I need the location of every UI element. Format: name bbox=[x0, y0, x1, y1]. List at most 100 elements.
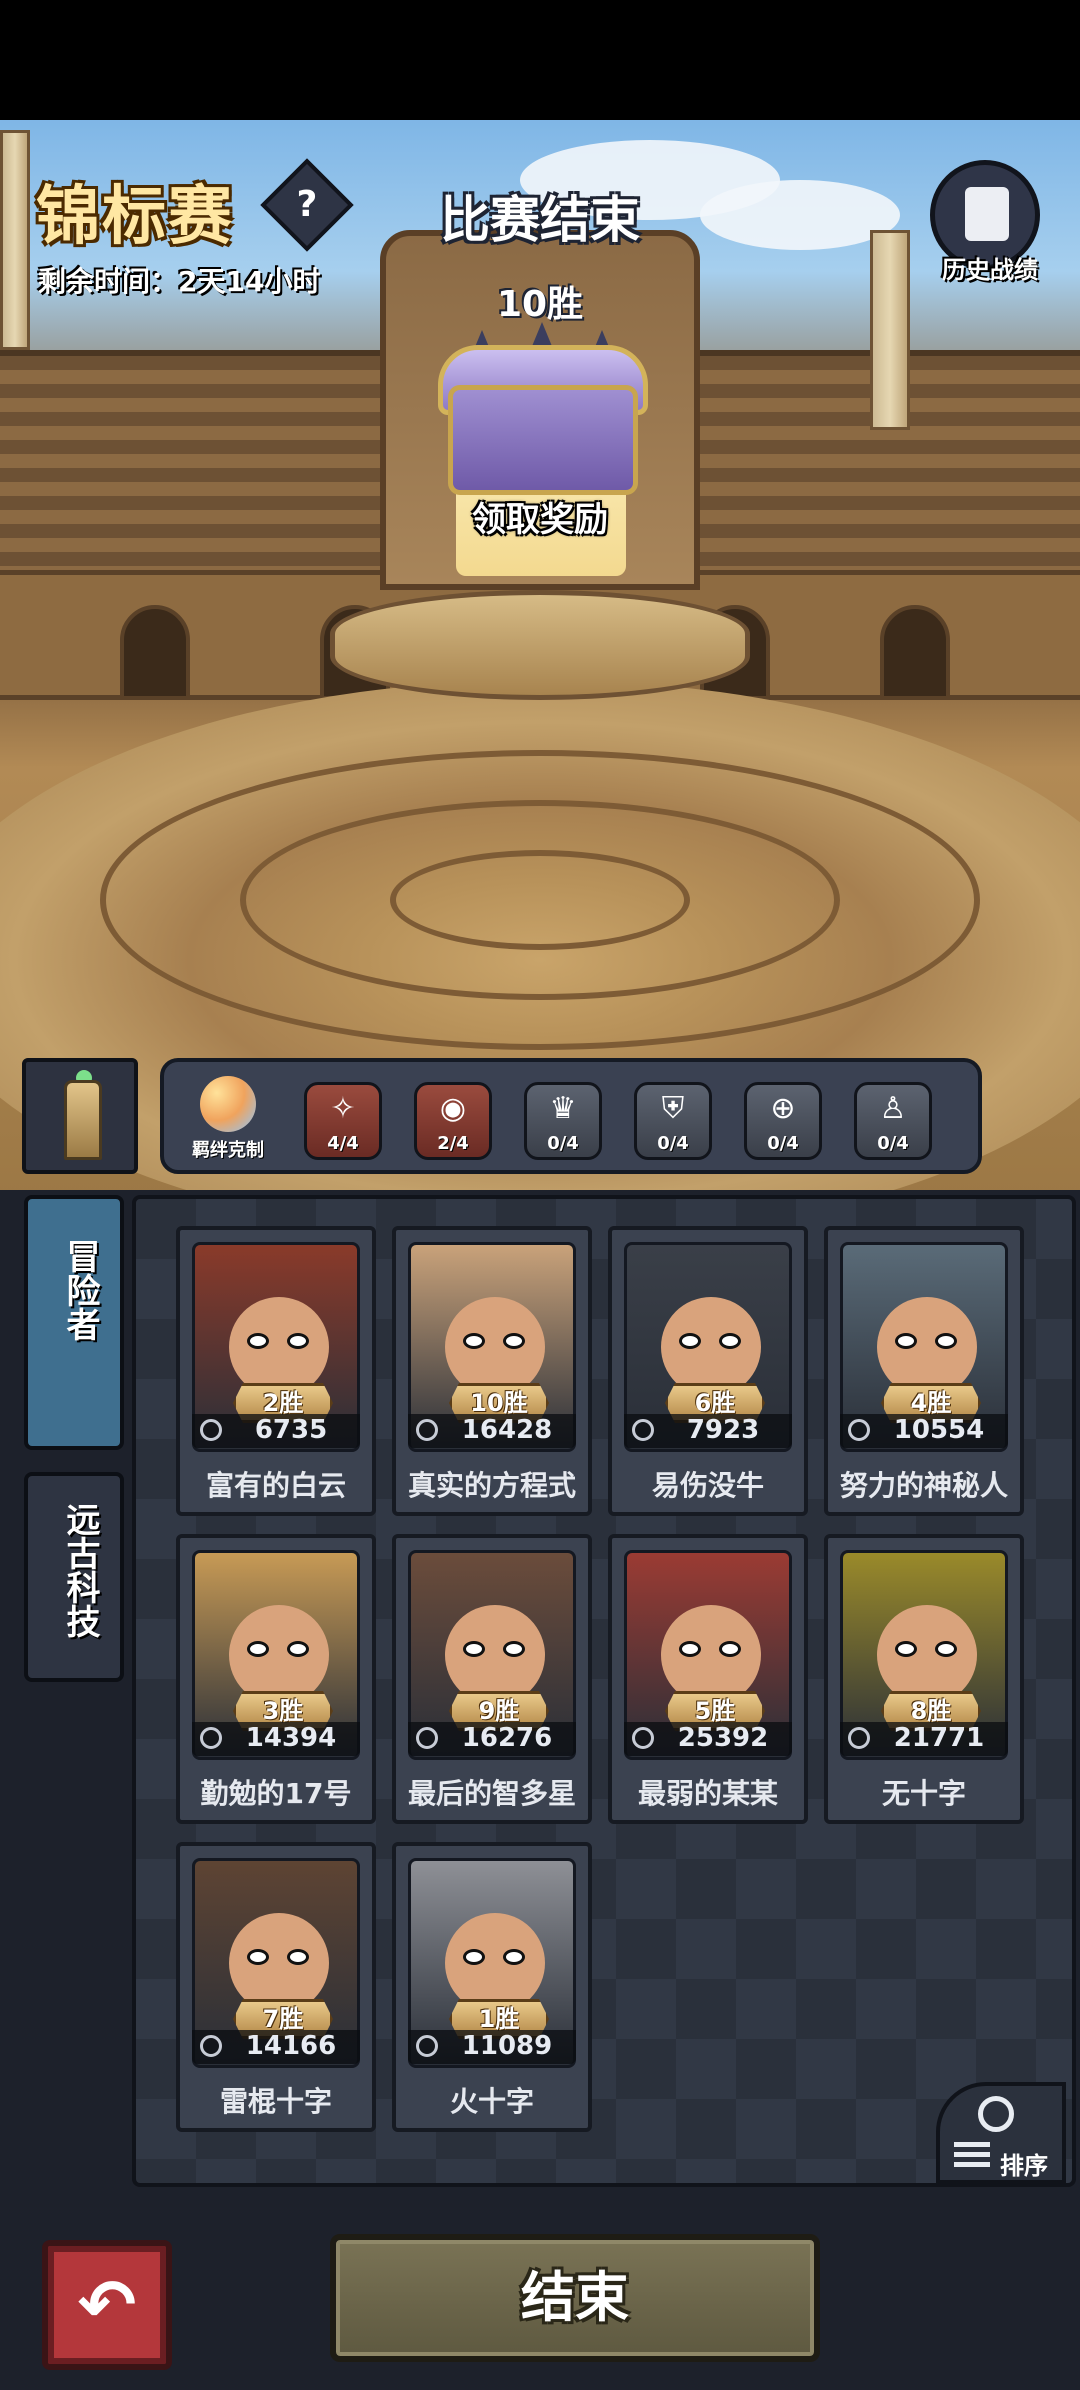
hero-eye bbox=[287, 1333, 309, 1349]
power-row: 21771 bbox=[840, 1722, 1008, 1756]
sort-button[interactable]: 排序 bbox=[936, 2082, 1066, 2184]
hero-card[interactable]: 5胜 25392 最弱的某某 bbox=[608, 1534, 808, 1824]
hero-card[interactable]: 3胜 14394 勤勉的17号 bbox=[176, 1534, 376, 1824]
pedestal bbox=[330, 590, 750, 700]
hero-eye bbox=[463, 1333, 485, 1349]
hero-power: 11089 bbox=[461, 2031, 553, 2061]
hero-card[interactable]: 4胜 10554 努力的神秘人 bbox=[824, 1226, 1024, 1516]
hero-face bbox=[445, 1297, 545, 1397]
hero-eye bbox=[935, 1333, 957, 1349]
hero-name: 易伤没牛 bbox=[651, 1469, 764, 1502]
power-row: 16428 bbox=[408, 1414, 576, 1448]
hero-power: 7923 bbox=[686, 1415, 760, 1445]
match-status: 比赛结束 bbox=[440, 191, 640, 249]
hero-face bbox=[661, 1605, 761, 1705]
hero-power: 16276 bbox=[461, 1723, 553, 1753]
end-button[interactable]: 结束 bbox=[330, 2234, 820, 2362]
hero-card[interactable]: 7胜 14166 雷棍十字 bbox=[176, 1842, 376, 2132]
hero-eye bbox=[679, 1641, 701, 1657]
hero-power: 6735 bbox=[254, 1415, 328, 1445]
class-icon bbox=[632, 1419, 654, 1441]
hero-eye bbox=[287, 1949, 309, 1965]
hero-name: 勤勉的17号 bbox=[200, 1777, 352, 1810]
hero-eye bbox=[935, 1641, 957, 1657]
hero-eye bbox=[287, 1641, 309, 1657]
hero-eye bbox=[719, 1641, 741, 1657]
tab-label: 远古科技 bbox=[60, 1502, 100, 1638]
hero-card[interactable]: 1胜 11089 火十字 bbox=[392, 1842, 592, 2132]
synergy-bar: 羁绊克制 ✧ 4/4 ◉ 2/4 ♛ 0/4 ⛨ 0/4 ⊕ 0/4 ♙ 0/4 bbox=[160, 1058, 982, 1174]
win-count: 10胜 bbox=[496, 284, 584, 325]
arch bbox=[120, 605, 190, 700]
tab-adventurers[interactable]: 冒险者 bbox=[24, 1195, 124, 1450]
hero-eye bbox=[679, 1333, 701, 1349]
synergy-counter-button[interactable]: 羁绊克制 bbox=[178, 1072, 278, 1168]
synergy-item[interactable]: ⛨ 0/4 bbox=[634, 1082, 712, 1160]
synergy-count: 0/4 bbox=[767, 1133, 799, 1154]
power-row: 10554 bbox=[840, 1414, 1008, 1448]
synergy-item[interactable]: ♙ 0/4 bbox=[854, 1082, 932, 1160]
hero-face bbox=[661, 1297, 761, 1397]
power-row: 25392 bbox=[624, 1722, 792, 1756]
hero-eye bbox=[719, 1333, 741, 1349]
hero-eye bbox=[895, 1333, 917, 1349]
hero-face bbox=[877, 1605, 977, 1705]
hero-power: 25392 bbox=[677, 1723, 769, 1753]
back-button[interactable]: ↶ bbox=[42, 2240, 172, 2370]
class-icon bbox=[416, 1727, 438, 1749]
hero-power: 21771 bbox=[893, 1723, 985, 1753]
tower-icon bbox=[64, 1080, 102, 1160]
treasure-chest-icon[interactable] bbox=[438, 322, 648, 500]
eye-icon: ◉ bbox=[439, 1091, 467, 1126]
synergy-item[interactable]: ✧ 4/4 bbox=[304, 1082, 382, 1160]
hero-eye bbox=[463, 1641, 485, 1657]
hero-power: 14394 bbox=[245, 1723, 337, 1753]
hero-name: 无十字 bbox=[881, 1777, 966, 1810]
search-sort-icon bbox=[978, 2096, 1014, 2132]
hero-eye bbox=[247, 1641, 269, 1657]
hero-power: 16428 bbox=[461, 1415, 553, 1445]
synergy-count: 0/4 bbox=[877, 1133, 909, 1154]
hero-card[interactable]: 9胜 16276 最后的智多星 bbox=[392, 1534, 592, 1824]
hero-card[interactable]: 8胜 21771 无十字 bbox=[824, 1534, 1024, 1824]
hero-card[interactable]: 6胜 7923 易伤没牛 bbox=[608, 1226, 808, 1516]
hero-name: 努力的神秘人 bbox=[839, 1469, 1008, 1502]
hero-eye bbox=[247, 1949, 269, 1965]
chest-body bbox=[448, 385, 638, 495]
hero-name: 雷棍十字 bbox=[219, 2085, 332, 2118]
hero-card[interactable]: 2胜 6735 富有的白云 bbox=[176, 1226, 376, 1516]
sparkle-icon: ✧ bbox=[330, 1091, 356, 1126]
synergy-item[interactable]: ◉ 2/4 bbox=[414, 1082, 492, 1160]
hero-face bbox=[229, 1605, 329, 1705]
power-row: 6735 bbox=[192, 1414, 360, 1448]
power-row: 14394 bbox=[192, 1722, 360, 1756]
synergy-count: 2/4 bbox=[437, 1133, 469, 1154]
hero-face bbox=[229, 1297, 329, 1397]
sort-label: 排序 bbox=[1000, 2152, 1048, 2180]
hero-eye bbox=[895, 1641, 917, 1657]
synergy-item[interactable]: ⊕ 0/4 bbox=[744, 1082, 822, 1160]
claim-reward-label[interactable]: 领取奖励 bbox=[0, 492, 1080, 541]
power-row: 7923 bbox=[624, 1414, 792, 1448]
tower-button[interactable] bbox=[22, 1058, 138, 1174]
hero-power: 10554 bbox=[893, 1415, 985, 1445]
crown-icon: ♛ bbox=[549, 1091, 577, 1126]
synergy-icon bbox=[200, 1076, 256, 1132]
pillar bbox=[870, 230, 910, 430]
hero-name: 真实的方程式 bbox=[407, 1469, 576, 1502]
arch bbox=[880, 605, 950, 700]
hero-face bbox=[445, 1913, 545, 2013]
hero-face bbox=[445, 1605, 545, 1705]
class-icon bbox=[200, 1419, 222, 1441]
person-icon: ♙ bbox=[879, 1091, 907, 1126]
power-row: 16276 bbox=[408, 1722, 576, 1756]
class-icon bbox=[416, 2035, 438, 2057]
end-label: 结束 bbox=[521, 2266, 629, 2329]
hero-card[interactable]: 10胜 16428 真实的方程式 bbox=[392, 1226, 592, 1516]
hero-eye bbox=[503, 1333, 525, 1349]
synergy-item[interactable]: ♛ 0/4 bbox=[524, 1082, 602, 1160]
tab-ancient-tech[interactable]: 远古科技 bbox=[24, 1472, 124, 1682]
class-icon bbox=[632, 1727, 654, 1749]
hero-name: 富有的白云 bbox=[205, 1469, 346, 1502]
hero-face bbox=[229, 1913, 329, 2013]
